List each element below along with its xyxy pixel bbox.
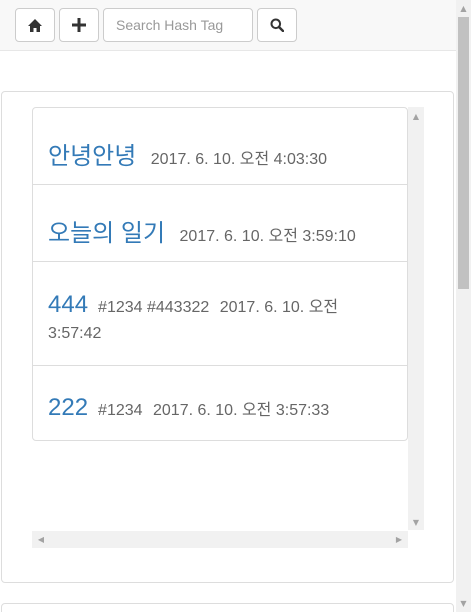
page-scrollbar[interactable]: ▲ ▼ [456, 0, 471, 612]
post-list: 안녕안녕 2017. 6. 10. 오전 4:03:30 오늘의 일기 2017… [32, 107, 408, 441]
hashtag-search-input[interactable] [103, 8, 253, 42]
home-button[interactable] [15, 8, 55, 42]
list-item[interactable]: 444 #1234 #443322 2017. 6. 10. 오전 3:57:42 [33, 262, 407, 366]
page-scroll-down-icon[interactable]: ▼ [456, 596, 471, 611]
posts-panel: 안녕안녕 2017. 6. 10. 오전 4:03:30 오늘의 일기 2017… [1, 91, 454, 583]
post-title-link[interactable]: 오늘의 일기 [48, 220, 165, 247]
add-post-button[interactable] [59, 8, 99, 42]
post-hashtags[interactable]: #1234 [98, 402, 143, 419]
list-item[interactable]: 222 #1234 2017. 6. 10. 오전 3:57:33 [33, 366, 407, 440]
page-scroll-up-icon[interactable]: ▲ [456, 1, 471, 16]
post-title-link[interactable]: 444 [48, 291, 88, 318]
home-icon [28, 18, 42, 32]
post-date: 2017. 6. 10. 오전 4:03:30 [150, 151, 328, 168]
page-scrollbar-thumb[interactable] [458, 17, 469, 289]
search-icon [270, 18, 284, 32]
post-title-link[interactable]: 안녕안녕 [48, 143, 136, 170]
plus-icon [72, 18, 86, 32]
scroll-up-arrow-icon[interactable]: ▲ [408, 109, 424, 123]
secondary-panel [1, 603, 454, 612]
search-button[interactable] [257, 8, 297, 42]
post-date: 2017. 6. 10. 오전 3:59:10 [179, 228, 356, 245]
list-item[interactable]: 오늘의 일기 2017. 6. 10. 오전 3:59:10 [33, 185, 407, 262]
top-toolbar [0, 0, 456, 51]
scroll-down-arrow-icon[interactable]: ▼ [408, 515, 424, 529]
scroll-right-arrow-icon[interactable]: ▶ [392, 531, 406, 548]
post-title-link[interactable]: 222 [48, 394, 88, 421]
list-horizontal-scrollbar[interactable]: ◀ ▶ [32, 531, 408, 548]
scroll-left-arrow-icon[interactable]: ◀ [34, 531, 48, 548]
list-vertical-scrollbar[interactable]: ▲ ▼ [408, 107, 424, 530]
list-item[interactable]: 안녕안녕 2017. 6. 10. 오전 4:03:30 [33, 108, 407, 185]
post-date: 2017. 6. 10. 오전 3:57:33 [153, 402, 330, 419]
post-hashtags[interactable]: #1234 #443322 [98, 299, 209, 316]
